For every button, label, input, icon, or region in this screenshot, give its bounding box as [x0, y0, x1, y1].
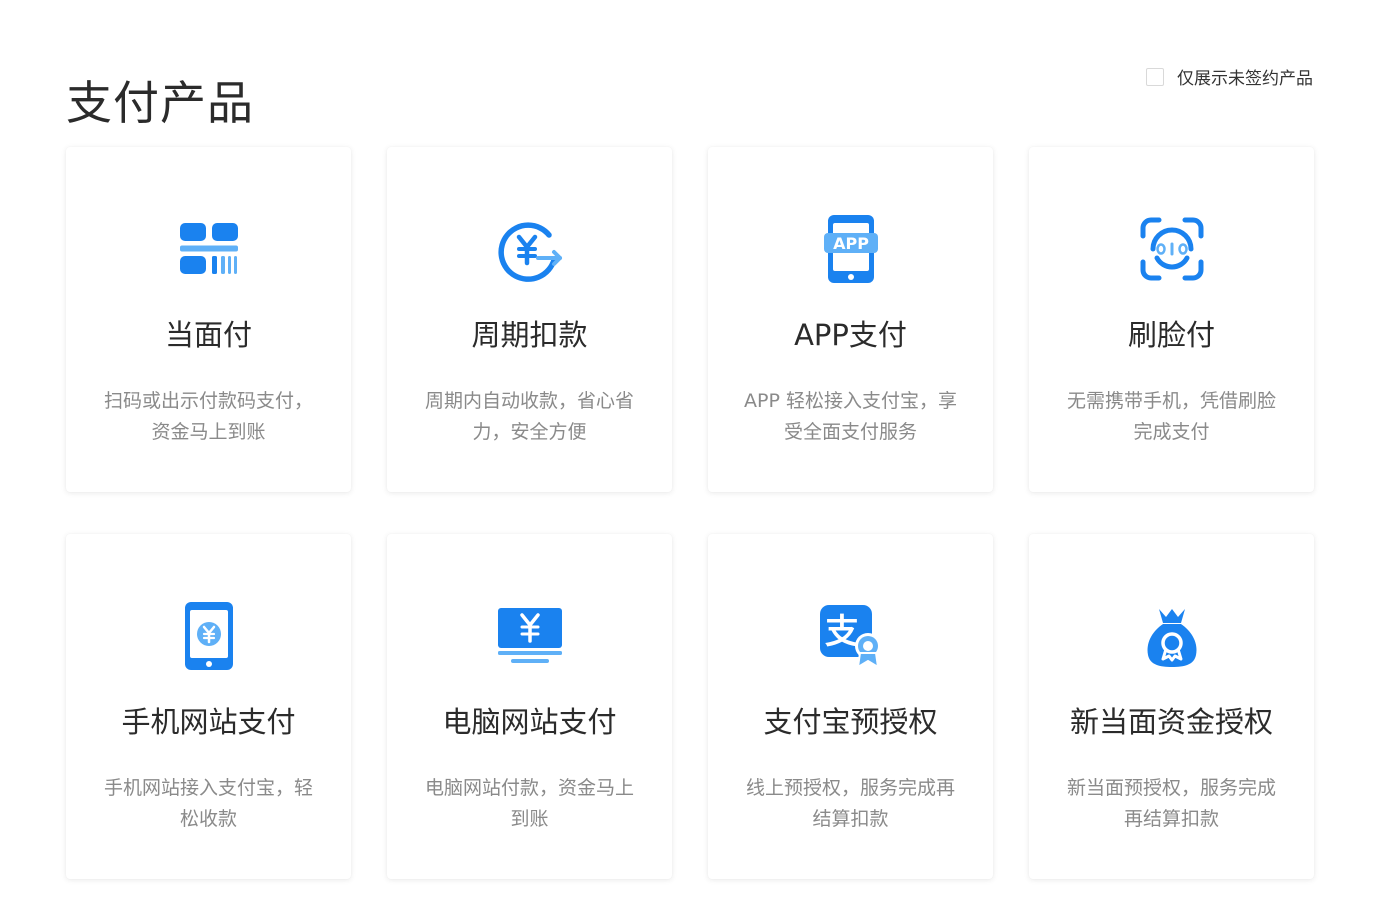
unsigned-only-filter[interactable]: 仅展示未签约产品	[1146, 64, 1313, 89]
desktop-web-icon	[494, 600, 566, 672]
qr-code-icon	[173, 213, 245, 285]
product-description: 手机网站接入支付宝，轻松收款	[103, 777, 313, 830]
page-title: 支付产品	[66, 75, 254, 130]
product-name: 刷脸付	[1127, 318, 1215, 352]
product-name: 周期扣款	[471, 318, 588, 352]
product-card-desktop-web-payment[interactable]: 电脑网站支付 电脑网站付款，资金马上到账	[387, 534, 672, 879]
product-card-app-payment[interactable]: APP APP支付 APP 轻松接入支付宝，享受全面支付服务	[708, 147, 993, 492]
product-card-face-pay[interactable]: 刷脸付 无需携带手机，凭借刷脸完成支付	[1029, 147, 1314, 492]
product-description: 电脑网站付款，资金马上到账	[424, 777, 634, 830]
money-bag-icon	[1136, 600, 1208, 672]
product-card-new-fund-authorization[interactable]: 新当面资金授权 新当面预授权，服务完成再结算扣款	[1029, 534, 1314, 879]
product-grid: 当面付 扫码或出示付款码支付，资金马上到账 周期扣款 周期内自动收款，省心省力，…	[66, 147, 1314, 879]
product-card-mobile-web-payment[interactable]: 手机网站支付 手机网站接入支付宝，轻松收款	[66, 534, 351, 879]
unsigned-only-label[interactable]: 仅展示未签约产品	[1177, 64, 1313, 89]
product-card-face-to-face[interactable]: 当面付 扫码或出示付款码支付，资金马上到账	[66, 147, 351, 492]
product-description: 新当面预授权，服务完成再结算扣款	[1066, 777, 1276, 830]
unsigned-only-checkbox[interactable]	[1146, 67, 1164, 86]
svg-text:支: 支	[825, 612, 859, 652]
product-name: 手机网站支付	[121, 705, 296, 739]
product-description: APP 轻松接入支付宝，享受全面支付服务	[744, 390, 957, 443]
product-name: 支付宝预授权	[763, 705, 938, 739]
face-scan-icon	[1136, 213, 1208, 285]
product-description: 周期内自动收款，省心省力，安全方便	[424, 390, 634, 443]
recurring-payment-icon	[494, 213, 566, 285]
product-name: APP支付	[794, 318, 907, 352]
product-card-alipay-preauthorization[interactable]: 支 支付宝预授权 线上预授权，服务完成再结算扣款	[708, 534, 993, 879]
mobile-web-icon	[173, 600, 245, 672]
product-description: 线上预授权，服务完成再结算扣款	[745, 777, 955, 830]
product-name: 当面付	[164, 318, 252, 352]
product-name: 新当面资金授权	[1069, 705, 1273, 739]
product-name: 电脑网站支付	[442, 705, 617, 739]
product-description: 扫码或出示付款码支付，资金马上到账	[103, 390, 313, 443]
app-phone-icon: APP	[815, 213, 887, 285]
product-description: 无需携带手机，凭借刷脸完成支付	[1066, 390, 1276, 443]
svg-text:APP: APP	[833, 234, 869, 253]
product-card-recurring-debit[interactable]: 周期扣款 周期内自动收款，省心省力，安全方便	[387, 147, 672, 492]
alipay-preauth-icon: 支	[815, 600, 887, 672]
payment-products-page: 支付产品 仅展示未签约产品 当面付 扫码或出示付款码支付，资金马上到账 周期扣款…	[0, 0, 1399, 913]
